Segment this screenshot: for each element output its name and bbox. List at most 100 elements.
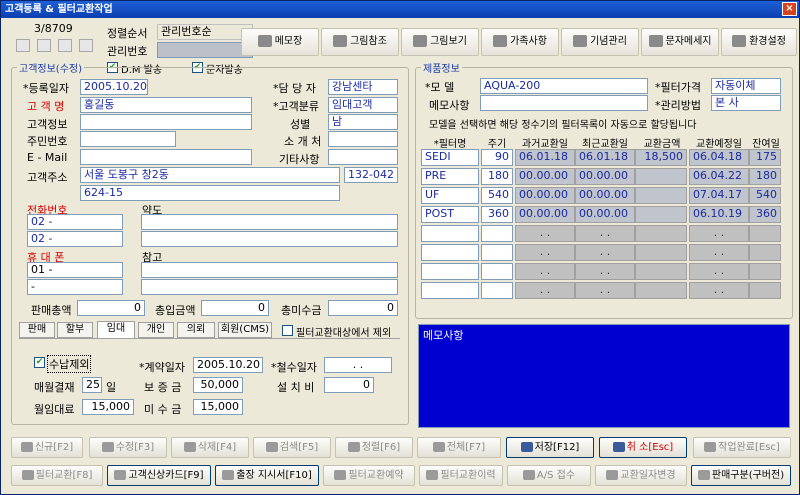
memo-textarea[interactable]: 메모사항: [418, 324, 790, 428]
ref-field-2[interactable]: [141, 279, 398, 295]
zip-field[interactable]: 132-042: [344, 167, 398, 183]
filter-cell-due[interactable]: 06.04.18: [689, 149, 749, 166]
referrer-field[interactable]: [328, 131, 398, 147]
filter-cell-due[interactable]: . .: [689, 263, 749, 280]
filter-cell-name[interactable]: [421, 225, 479, 242]
filter-cell-past[interactable]: . .: [515, 225, 575, 242]
filter-cell-amount[interactable]: [635, 225, 687, 242]
filter-cell-recent[interactable]: . .: [575, 263, 635, 280]
customer-card-button[interactable]: 고객신상카드[F9]: [107, 465, 211, 486]
filter-cell-due[interactable]: 06.04.22: [689, 168, 749, 185]
filter-cell-remain[interactable]: 360: [749, 206, 781, 223]
edit-button[interactable]: 수정[F3]: [89, 437, 167, 458]
next-record-button[interactable]: [58, 39, 72, 52]
mobile-field-1[interactable]: 01 -: [27, 262, 123, 278]
filter-cell-amount[interactable]: [635, 168, 687, 185]
address-line1-field[interactable]: 서울 도봉구 창2동: [80, 167, 340, 183]
filter-cell-remain[interactable]: [749, 244, 781, 261]
first-record-button[interactable]: [16, 39, 30, 52]
filter-cell-remain[interactable]: 540: [749, 187, 781, 204]
map-field-1[interactable]: [141, 214, 398, 230]
tb-settings-button[interactable]: 환경설정: [721, 28, 797, 56]
filter-cell-cycle[interactable]: 180: [481, 168, 513, 185]
filter-cell-name[interactable]: SEDI: [421, 149, 479, 166]
gender-field[interactable]: 남: [328, 114, 398, 130]
filter-cell-name[interactable]: [421, 263, 479, 280]
mgmt-method-field[interactable]: 본 사: [711, 95, 781, 111]
category-field[interactable]: 임대고객: [328, 97, 398, 113]
filter-cell-amount[interactable]: [635, 187, 687, 204]
filter-cell-name[interactable]: UF: [421, 187, 479, 204]
filter-cell-past[interactable]: . .: [515, 244, 575, 261]
last-record-button[interactable]: [79, 39, 93, 52]
sort-select[interactable]: 관리번호순: [157, 24, 253, 40]
filter-cell-amount[interactable]: [635, 282, 687, 299]
filter-cell-due[interactable]: 06.10.19: [689, 206, 749, 223]
filter-cell-cycle[interactable]: [481, 282, 513, 299]
memo-field[interactable]: [480, 95, 648, 111]
sort-button[interactable]: 정렬[F6]: [335, 437, 413, 458]
filter-cell-recent[interactable]: . .: [575, 282, 635, 299]
filter-cell-name[interactable]: POST: [421, 206, 479, 223]
install-fee-field[interactable]: 0: [324, 377, 374, 393]
tab-member[interactable]: 회원(CMS): [218, 322, 272, 338]
search-button[interactable]: 검색[F5]: [253, 437, 331, 458]
tab-personal[interactable]: 개인: [138, 322, 174, 338]
filter-exchange-button[interactable]: 필터교환[F8]: [11, 465, 103, 486]
tb-memo-button[interactable]: 메모장: [241, 28, 319, 56]
new-button[interactable]: 신규[F2]: [11, 437, 83, 458]
dispatch-order-button[interactable]: 출장 지시서[F10]: [215, 465, 319, 486]
filter-cell-recent[interactable]: 00.00.00: [575, 168, 635, 185]
close-button[interactable]: ×: [782, 2, 797, 16]
contract-date-field[interactable]: 2005.10.20: [193, 357, 263, 373]
removal-date-field[interactable]: . .: [324, 357, 392, 373]
filter-cell-past[interactable]: . .: [515, 263, 575, 280]
filter-cell-name[interactable]: [421, 282, 479, 299]
delete-button[interactable]: 삭제[F4]: [171, 437, 249, 458]
exempt-checkbox[interactable]: ✔: [34, 357, 45, 368]
filter-cell-remain[interactable]: [749, 225, 781, 242]
tb-family-button[interactable]: 가족사항: [481, 28, 559, 56]
filter-cell-due[interactable]: 07.04.17: [689, 187, 749, 204]
filter-cell-cycle[interactable]: 90: [481, 149, 513, 166]
filter-cell-cycle[interactable]: [481, 263, 513, 280]
staff-field[interactable]: 강남센타: [328, 79, 398, 95]
filter-cell-amount[interactable]: [635, 263, 687, 280]
filter-cell-due[interactable]: . .: [689, 282, 749, 299]
filter-cell-recent[interactable]: 06.01.18: [575, 149, 635, 166]
filter-cell-remain[interactable]: [749, 282, 781, 299]
filter-cell-recent[interactable]: . .: [575, 244, 635, 261]
filter-cell-cycle[interactable]: 540: [481, 187, 513, 204]
as-request-button[interactable]: A/S 접수: [507, 465, 591, 486]
etc-field[interactable]: [328, 149, 398, 165]
filter-cell-cycle[interactable]: 360: [481, 206, 513, 223]
filter-price-field[interactable]: 자동이체: [711, 78, 781, 94]
model-field[interactable]: AQUA-200: [480, 78, 648, 94]
filter-reserve-button[interactable]: 필터교환예약: [323, 465, 415, 486]
filter-cell-name[interactable]: [421, 244, 479, 261]
pay-day-field[interactable]: 25: [82, 377, 102, 393]
tb-sms-button[interactable]: 문자메세지: [641, 28, 719, 56]
tb-picview-button[interactable]: 그림보기: [401, 28, 479, 56]
prev-record-button[interactable]: [37, 39, 51, 52]
filter-cell-remain[interactable]: [749, 263, 781, 280]
sale-type-button[interactable]: 판매구분(구버전): [691, 465, 791, 486]
filter-cell-past[interactable]: 00.00.00: [515, 206, 575, 223]
email-field[interactable]: [80, 149, 252, 165]
filter-cell-remain[interactable]: 175: [749, 149, 781, 166]
filter-cell-recent[interactable]: 00.00.00: [575, 187, 635, 204]
reg-date-field[interactable]: 2005.10.20: [80, 79, 148, 95]
filter-cell-amount[interactable]: 18,500: [635, 149, 687, 166]
name-field[interactable]: 홍길동: [80, 97, 252, 113]
mobile-field-2[interactable]: -: [27, 279, 123, 295]
tb-picref-button[interactable]: 그림참조: [321, 28, 399, 56]
filter-cell-due[interactable]: . .: [689, 244, 749, 261]
deposit-field[interactable]: 50,000: [193, 377, 243, 393]
tab-sale[interactable]: 판매: [19, 322, 55, 338]
filter-cell-recent[interactable]: . .: [575, 225, 635, 242]
tab-rental[interactable]: 임대: [97, 321, 135, 339]
map-field-2[interactable]: [141, 231, 398, 247]
monthly-field[interactable]: 15,000: [82, 399, 134, 415]
info-field[interactable]: [80, 114, 252, 130]
save-button[interactable]: 저장[F12]: [506, 437, 594, 458]
